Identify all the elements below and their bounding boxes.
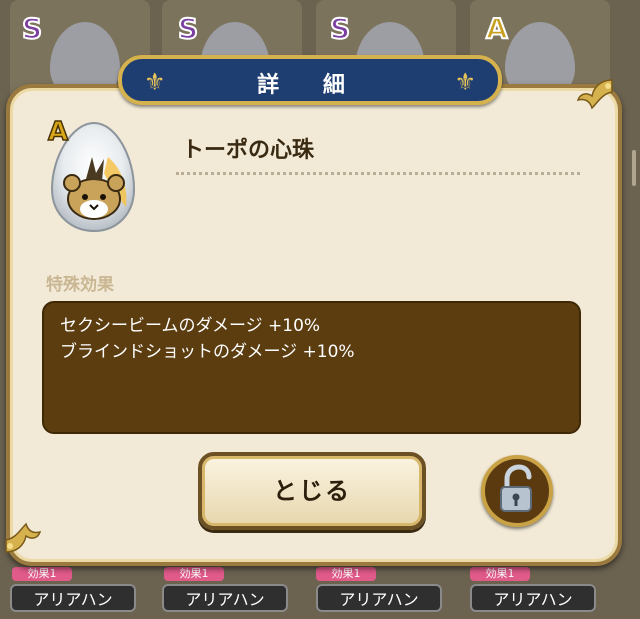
effect-line: セクシービームのダメージ +10% [60,316,321,336]
effect-list: セクシービームのダメージ +10% ブラインドショットのダメージ +10% [42,301,581,434]
bg-rank-badge: A [485,11,509,46]
corner-ornament-icon [5,522,42,553]
bg-rank-badge: S [177,11,199,46]
divider [176,172,580,175]
unlocked-padlock-icon [500,464,532,512]
effect-line: ブラインドショットのダメージ +10% [60,342,355,362]
bg-effect-tag: 効果1 [470,567,530,581]
dialog-title-bar: ⚜ 詳 細 ⚜ [118,55,502,105]
bg-character-name[interactable]: アリアハン [10,584,136,612]
bg-effect-tag: 効果1 [164,567,224,581]
bg-effect-tag: 効果1 [316,567,376,581]
fleur-de-lis-icon: ⚜ [454,68,476,96]
corner-ornament-icon [576,79,613,110]
lock-toggle-button[interactable] [481,455,553,527]
dialog-title: 詳 細 [257,73,363,98]
bg-effect-tag: 効果1 [12,567,72,581]
bg-character-name[interactable]: アリアハン [162,584,288,612]
bg-rank-badge: S [329,11,351,46]
item-name: トーポの心珠 [182,138,315,163]
rank-badge: A [47,116,69,148]
close-button[interactable]: とじる [198,452,426,530]
bg-character-name[interactable]: アリアハン [470,584,596,612]
bg-character-name[interactable]: アリアハン [316,584,442,612]
scrollbar[interactable] [632,150,636,186]
bg-rank-badge: S [21,11,43,46]
special-effect-label: 特殊効果 [46,275,114,295]
